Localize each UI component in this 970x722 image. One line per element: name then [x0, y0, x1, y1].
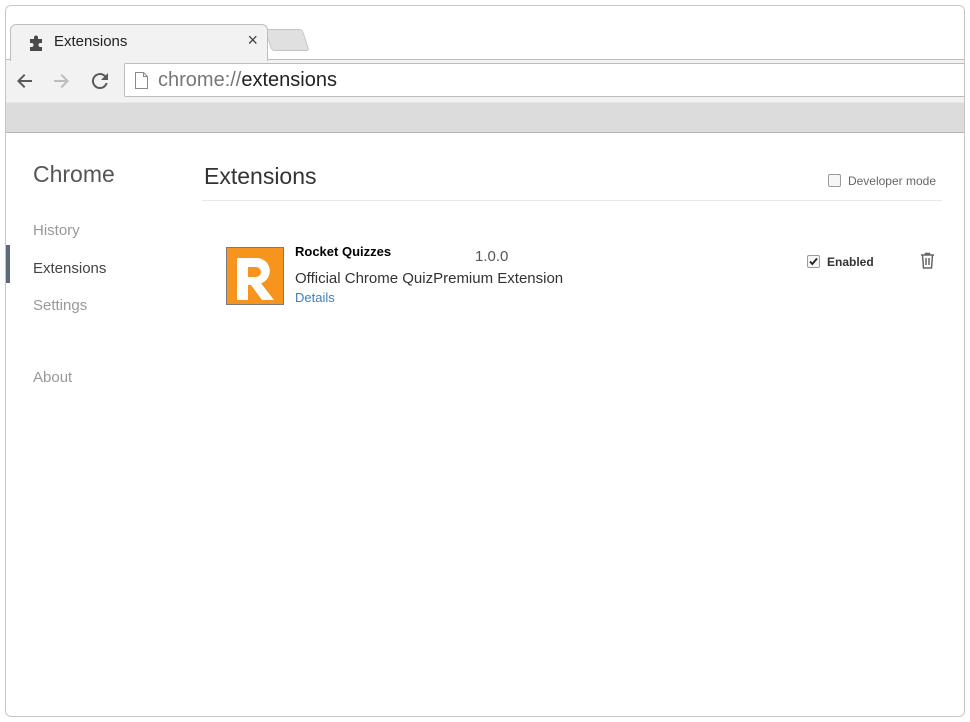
reload-icon[interactable]	[88, 69, 112, 93]
close-icon[interactable]: ×	[247, 30, 258, 51]
address-bar[interactable]: chrome://extensions	[124, 63, 964, 97]
sidebar-item-extensions[interactable]: Extensions	[33, 260, 106, 277]
puzzle-icon	[30, 35, 42, 51]
enabled-label: Enabled	[827, 254, 874, 269]
url-text: chrome://extensions	[158, 69, 337, 92]
enabled-checkbox[interactable]	[807, 255, 820, 269]
page-icon	[135, 72, 148, 89]
toolbar: chrome://extensions	[6, 59, 964, 133]
developer-mode-checkbox[interactable]	[827, 174, 841, 188]
extension-name: Rocket Quizzes	[295, 244, 392, 259]
page-title: Extensions	[204, 163, 317, 189]
url-path: extensions	[241, 69, 337, 91]
title-bar: Extensions ×	[6, 6, 964, 61]
sidebar: Chrome History Extensions Settings About	[6, 133, 186, 716]
developer-mode-label: Developer mode	[847, 173, 936, 188]
main-content: Extensions Developer mode Rocket Quizzes…	[202, 133, 942, 716]
back-arrow-icon[interactable]	[12, 69, 36, 93]
sidebar-item-history[interactable]: History	[33, 222, 80, 239]
extension-description: Official Chrome QuizPremium Extension	[295, 270, 564, 287]
tab-title: Extensions	[54, 33, 128, 50]
sidebar-title: Chrome	[33, 161, 115, 187]
extension-logo	[226, 247, 284, 305]
developer-mode-toggle[interactable]: Developer mode	[827, 172, 936, 188]
details-link[interactable]: Details	[295, 290, 335, 305]
trash-icon[interactable]	[920, 252, 935, 269]
sidebar-item-settings[interactable]: Settings	[33, 297, 87, 314]
selected-indicator	[6, 245, 10, 283]
browser-window: Extensions × chrome://extensions Chrome …	[5, 5, 965, 717]
new-tab-button[interactable]	[264, 29, 310, 51]
divider	[202, 200, 942, 201]
tab-extensions[interactable]: Extensions ×	[10, 24, 268, 61]
sidebar-item-about[interactable]: About	[33, 369, 72, 386]
forward-arrow-icon[interactable]	[50, 69, 74, 93]
enabled-toggle[interactable]: Enabled	[807, 253, 874, 271]
extension-version: 1.0.0	[475, 248, 509, 265]
checkmark-icon	[809, 258, 818, 266]
rocket-quizzes-logo-icon	[227, 248, 283, 304]
url-scheme: chrome://	[158, 69, 242, 91]
extension-item: Rocket Quizzes 1.0.0 Official Chrome Qui…	[226, 239, 942, 319]
